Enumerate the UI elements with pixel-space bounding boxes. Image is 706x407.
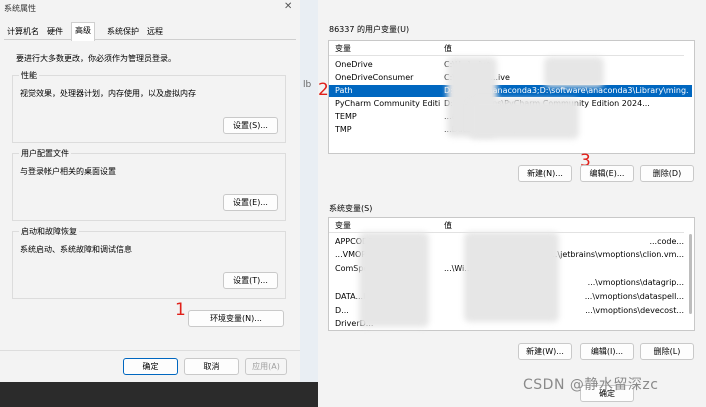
list-item-selected[interactable]: Path D:\software\anaconda3;D:\software\a… bbox=[329, 85, 692, 97]
sys-vars-title: 系统变量(S) bbox=[329, 204, 373, 213]
scrollbar[interactable] bbox=[689, 234, 692, 314]
var-name: TEMP bbox=[335, 112, 357, 121]
close-icon[interactable]: ✕ bbox=[284, 1, 292, 12]
tab-advanced[interactable]: 高级 bbox=[71, 22, 95, 41]
list-item[interactable]: OneDrive C:\U...\...ive bbox=[329, 59, 684, 71]
col-variable: 变量 bbox=[335, 221, 351, 230]
tab-bar: 计算机名 硬件 高级 系统保护 远程 bbox=[4, 22, 296, 41]
background-text-fragment: lb bbox=[303, 80, 312, 90]
redaction-blur bbox=[359, 232, 429, 327]
background-gap: lb bbox=[300, 0, 318, 407]
environment-variables-button[interactable]: 环境变量(N)... bbox=[188, 310, 284, 327]
performance-desc: 视觉效果，处理器计划，内存使用，以及虚拟内存 bbox=[20, 89, 196, 98]
user-vars-list: 变量 值 OneDrive C:\U...\...ive OneDriveCon… bbox=[328, 40, 695, 154]
admin-notice: 要进行大多数更改，你必须作为管理员登录。 bbox=[16, 54, 176, 63]
sys-edit-button[interactable]: 编辑(I)... bbox=[580, 343, 634, 360]
performance-settings-button[interactable]: 设置(S)... bbox=[223, 117, 278, 134]
var-name: PyCharm Community Editi... bbox=[335, 99, 440, 108]
tab-system-protection[interactable]: 系统保护 bbox=[104, 24, 142, 39]
startup-title: 启动和故障恢复 bbox=[19, 226, 79, 237]
profile-desc: 与登录帐户相关的桌面设置 bbox=[20, 167, 116, 176]
tab-remote[interactable]: 远程 bbox=[144, 24, 166, 39]
user-delete-button[interactable]: 删除(D) bbox=[640, 165, 694, 182]
cancel-button[interactable]: 取消 bbox=[184, 358, 239, 375]
startup-settings-button[interactable]: 设置(T)... bbox=[223, 272, 278, 289]
var-name: OneDrive bbox=[335, 60, 373, 69]
apply-button: 应用(A) bbox=[245, 358, 287, 375]
startup-group: 启动和故障恢复 系统启动、系统故障和调试信息 设置(T)... bbox=[12, 226, 286, 299]
var-name: Path bbox=[335, 86, 353, 95]
user-new-button[interactable]: 新建(N)... bbox=[518, 165, 572, 182]
redaction-blur bbox=[464, 232, 559, 322]
user-edit-button[interactable]: 编辑(E)... bbox=[580, 165, 634, 182]
list-item[interactable]: OneDriveConsumer C:\Users\...\...ive bbox=[329, 72, 684, 84]
system-properties-window: 系统属性 ✕ 计算机名 硬件 高级 系统保护 远程 要进行大多数更改，你必须作为… bbox=[0, 0, 300, 407]
performance-title: 性能 bbox=[19, 70, 39, 81]
redaction-blur bbox=[544, 57, 604, 87]
window-title: 系统属性 bbox=[4, 4, 36, 13]
col-value: 值 bbox=[444, 44, 452, 53]
watermark: CSDN @静水留深zc bbox=[523, 377, 659, 393]
environment-variables-window: 86337 的用户变量(U) 变量 值 OneDrive C:\U...\...… bbox=[318, 0, 706, 407]
annotation-1: 1 bbox=[175, 300, 186, 320]
sys-vars-list: 变量 值 APPCODE... ...code... ...VMOPTIONS … bbox=[328, 217, 695, 331]
ok-button[interactable]: 确定 bbox=[123, 358, 178, 375]
profile-group: 用户配置文件 与登录帐户相关的桌面设置 设置(E)... bbox=[12, 148, 286, 221]
annotation-2: 2 bbox=[318, 80, 329, 100]
user-vars-header: 变量 值 bbox=[329, 43, 684, 56]
var-name: TMP bbox=[335, 125, 352, 134]
sys-new-button[interactable]: 新建(W)... bbox=[518, 343, 572, 360]
taskbar-area bbox=[0, 382, 318, 407]
performance-group: 性能 视觉效果，处理器计划，内存使用，以及虚拟内存 设置(S)... bbox=[12, 70, 286, 143]
sys-delete-button[interactable]: 删除(L) bbox=[640, 343, 694, 360]
tab-computer-name[interactable]: 计算机名 bbox=[4, 24, 42, 39]
tab-hardware[interactable]: 硬件 bbox=[44, 24, 66, 39]
profile-settings-button[interactable]: 设置(E)... bbox=[223, 194, 278, 211]
var-name: OneDriveConsumer bbox=[335, 73, 414, 82]
redaction-blur bbox=[469, 99, 579, 139]
dialog-divider bbox=[0, 350, 300, 351]
startup-desc: 系统启动、系统故障和调试信息 bbox=[20, 245, 132, 254]
col-variable: 变量 bbox=[335, 44, 351, 53]
col-value: 值 bbox=[444, 221, 452, 230]
profile-title: 用户配置文件 bbox=[19, 148, 71, 159]
user-vars-title: 86337 的用户变量(U) bbox=[329, 25, 410, 34]
